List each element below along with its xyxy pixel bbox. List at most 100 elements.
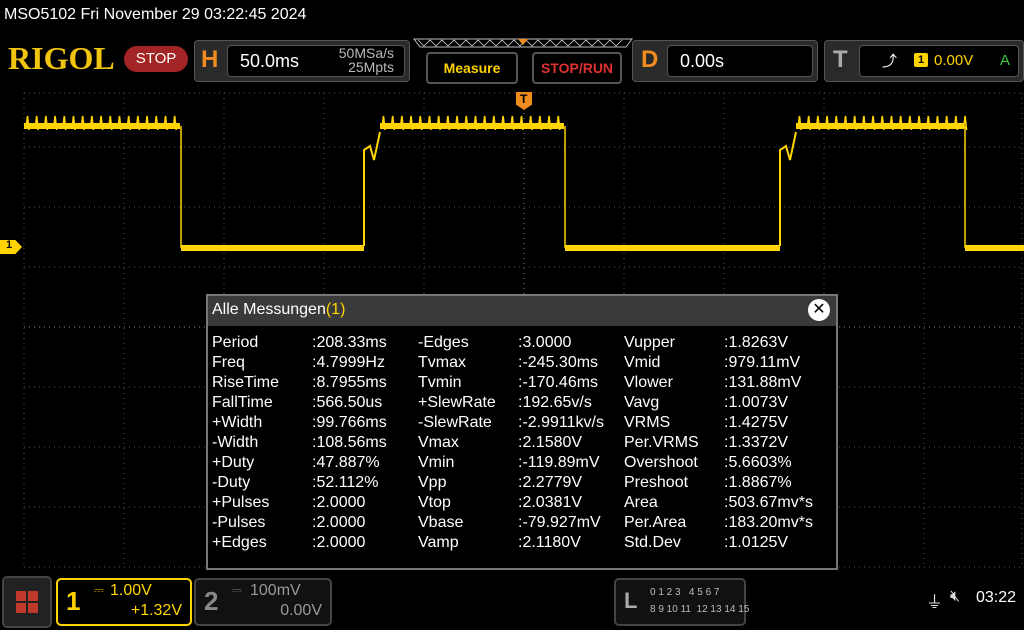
measurement-value: :5.6603% [724,454,792,471]
dc-coupling-icon: ⎓ [94,583,104,597]
measurement-value: :-119.89mV [518,454,600,471]
measurement-value: :1.0125V [724,534,789,551]
measure-button[interactable]: Measure [426,52,518,84]
speaker-mute-icon[interactable]: 🔇︎ [950,588,960,606]
measurement-name: Overshoot [624,454,698,471]
trace-rising-edge [779,131,797,246]
measurement-name: RiseTime [212,374,279,391]
measurement-value: :183.20mv*s [724,514,813,531]
measurement-name: -Edges [418,334,469,351]
measurement-value: :-245.30ms [518,354,599,371]
measurement-name: Vpp [418,474,447,491]
measurement-name: Vmin [418,454,455,471]
trigger-source: 1 [914,53,928,67]
all-measurements-dialog[interactable]: Alle Messungen(1) ✕ Period :208.33ms Freq:… [206,294,838,570]
logic-analyzer-panel[interactable]: L 0 1 2 3 4 5 6 7 8 9 10 11 12 13 14 15 [614,578,749,626]
measurement-name: Vavg [624,394,660,411]
channel2-scale: 100mV [250,582,301,599]
channel1-number: 1 [66,586,81,616]
system-clock: 03:22 [976,589,1017,606]
measurement-value: :52.112% [312,474,379,491]
measurement-value: :2.0000 [312,494,366,511]
measurement-value: :3.0000 [518,334,572,351]
measurement-value: :99.766ms [312,414,387,431]
trigger-edge-icon: ⤴ [882,53,898,70]
measurement-name: +Width [212,414,263,431]
measurement-name: Vupper [624,334,675,351]
measurement-name: Per.Area [624,514,687,531]
dialog-header[interactable]: Alle Messungen(1) ✕ [208,296,836,326]
measurement-value: :503.67mv*s [724,494,813,511]
run-state-badge[interactable]: STOP [124,46,188,72]
home-menu-button[interactable] [2,576,52,628]
horizontal-label: H [201,46,219,73]
measurement-value: :208.33ms [312,334,387,351]
measurement-name: -Pulses [212,514,266,531]
measurement-value: :1.4275V [724,414,789,431]
memory-position-bar[interactable] [412,38,634,48]
measurement-name: Tvmax [418,354,466,371]
timebase-field[interactable]: 50.0ms 50MSa/s 25Mpts [227,45,405,77]
horizontal-panel[interactable]: H 50.0ms 50MSa/s 25Mpts [194,40,410,82]
channel2-offset: 0.00V [280,602,322,619]
delay-panel[interactable]: D 0.00s [632,40,818,82]
measurement-value: :-79.927mV [518,514,601,531]
trigger-mode: A [999,52,1010,69]
trace-rising-edge [363,131,381,246]
delay-field[interactable]: 0.00s [667,45,813,77]
delay-label: D [641,46,659,73]
measurement-value: :2.0381V [518,494,583,511]
trigger-panel[interactable]: T ⤴ 1 0.00V A [824,40,1024,82]
stop-run-button[interactable]: STOP/RUN [532,52,622,84]
usb-icon: ⏚ [926,593,943,612]
channel1-scale: 1.00V [110,582,152,599]
measurement-name: Freq [212,354,245,371]
measurement-value: :2.0000 [312,514,366,531]
measurement-name: Vtop [418,494,451,511]
rigol-logo: RIGOL [8,40,115,76]
trigger-field[interactable]: ⤴ 1 0.00V A [859,45,1019,77]
delay-value: 0.00s [680,51,725,71]
measurement-value: :1.0073V [724,394,789,411]
channel2-number: 2 [204,586,219,616]
la-digital-channels-low: 0 1 2 3 4 5 6 7 [650,587,720,598]
measurement-name: Preshoot [624,474,689,491]
measurement-name: -Duty [212,474,251,491]
measurement-name: +Pulses [212,494,270,511]
measurement-name: VRMS [624,414,671,431]
trigger-marker-label: T [520,92,528,106]
measurement-name: Tvmin [418,374,462,391]
measurement-value: :1.3372V [724,434,789,451]
measurement-name: +Edges [212,534,267,551]
measurement-value: :2.2779V [518,474,583,491]
close-icon[interactable]: ✕ [808,299,830,321]
measurement-name: Vlower [624,374,673,391]
measurement-value: :2.0000 [312,534,366,551]
measurement-name: Vbase [418,514,464,531]
timebase-value: 50.0ms [240,51,300,71]
measurement-name: FallTime [212,394,273,411]
ch1-marker-label: 1 [6,239,13,251]
measurement-value: :-170.46ms [518,374,599,391]
measurement-name: Vamp [418,534,459,551]
dialog-title-index: (1) [325,301,346,318]
measurement-name: Per.VRMS [624,434,699,451]
measurement-name: -SlewRate [418,414,492,431]
measurement-name: Vmax [418,434,459,451]
measurement-value: :1.8867% [724,474,792,491]
measurement-name: -Width [212,434,259,451]
measurement-value: :979.11mV [724,354,801,371]
channel2-panel[interactable]: 2 ⎓ 100mV 0.00V [194,578,332,626]
measurement-name: Std.Dev [624,534,681,551]
la-label: L [624,588,638,613]
measurement-value: :566.50us [312,394,383,411]
measurement-value: :8.7955ms [312,374,387,391]
measurement-value: :47.887% [312,454,380,471]
trigger-level: 0.00V [934,52,974,69]
grid-menu-icon [16,591,38,613]
channel1-panel[interactable]: 1 ⎓ 1.00V +1.32V [56,578,192,626]
measurement-value: :1.8263V [724,334,789,351]
measurement-value: :131.88mV [724,374,802,391]
measurement-name: Period [212,334,259,351]
model-datetime: MSO5102 Fri November 29 03:22:45 2024 [4,6,307,23]
